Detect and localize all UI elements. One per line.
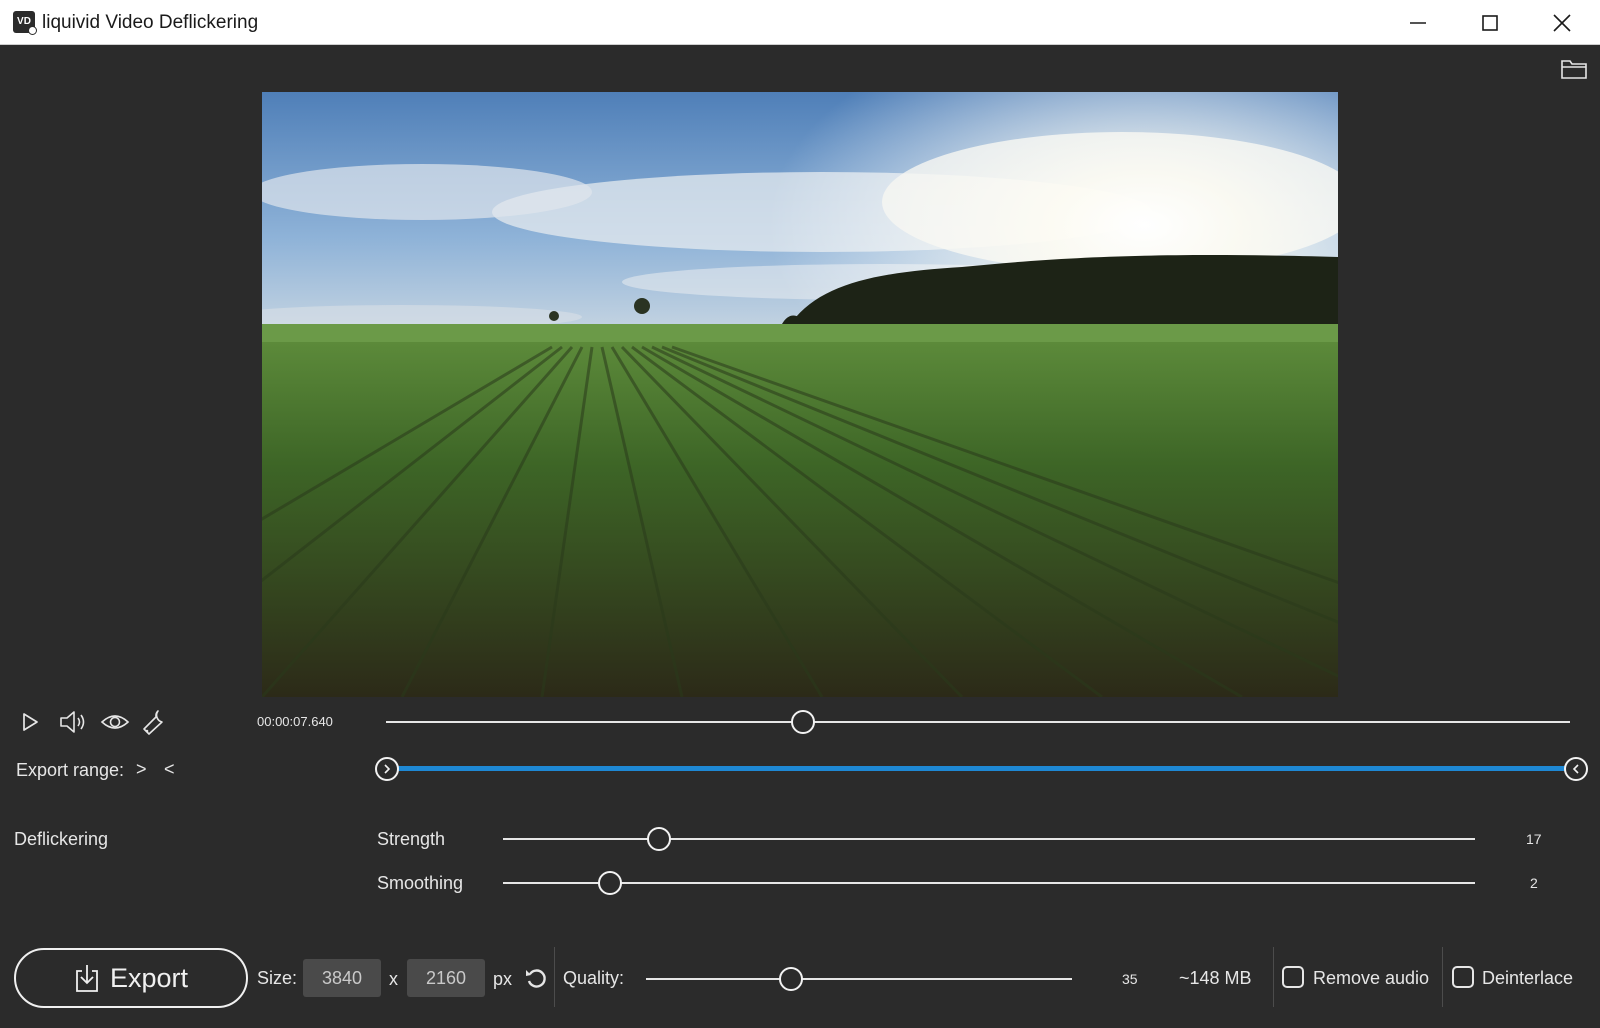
smoothing-slider-track[interactable] (503, 882, 1475, 884)
smoothing-label: Smoothing (377, 873, 464, 893)
export-button[interactable]: Export (14, 948, 248, 1008)
export-button-label: Export (109, 962, 189, 993)
divider (1442, 947, 1443, 1007)
settings-button[interactable] (138, 707, 172, 737)
video-frame (262, 92, 1338, 697)
quality-slider-thumb[interactable] (778, 967, 803, 991)
estimated-file-size: ~148 MB (1179, 968, 1252, 988)
deflickering-section-label: Deflickering (14, 829, 109, 849)
minimize-button[interactable] (1386, 0, 1450, 45)
timecode: 00:00:07.640 (257, 714, 333, 729)
size-x-label: x (389, 969, 398, 989)
app-icon: VD (13, 11, 37, 35)
quality-label: Quality: (563, 968, 625, 988)
remove-audio-checkbox[interactable] (1282, 966, 1304, 988)
smoothing-value: 2 (1530, 875, 1538, 891)
strength-label: Strength (377, 829, 446, 849)
preview-toggle-button[interactable] (98, 707, 132, 737)
export-range-track (387, 766, 1574, 771)
download-icon (76, 965, 98, 992)
folder-icon (1561, 60, 1587, 79)
remove-audio-label: Remove audio (1313, 968, 1430, 988)
width-input[interactable]: 3840 (303, 959, 381, 997)
play-button[interactable] (13, 707, 47, 737)
deinterlace-label: Deinterlace (1482, 968, 1574, 988)
chevron-left-icon (1572, 764, 1579, 774)
video-preview (262, 92, 1338, 697)
minimize-icon (1410, 21, 1426, 24)
strength-slider-thumb[interactable] (646, 827, 671, 851)
play-icon (23, 713, 38, 731)
open-file-button[interactable] (1560, 57, 1588, 81)
size-unit-label: px (493, 969, 513, 989)
close-button[interactable] (1530, 0, 1594, 45)
volume-button[interactable] (57, 707, 91, 737)
wrench-icon (143, 710, 163, 735)
speaker-icon (60, 711, 85, 733)
window-title: liquivid Video Deflickering (42, 12, 259, 33)
export-range-end-button[interactable]: < (164, 759, 175, 780)
timeline-thumb[interactable] (790, 710, 815, 734)
timeline-track[interactable] (386, 721, 1570, 723)
deinterlace-checkbox[interactable] (1452, 966, 1474, 988)
title-bar: VD liquivid Video Deflickering (0, 0, 1600, 45)
close-icon (1553, 13, 1571, 32)
divider (554, 947, 555, 1007)
reset-icon (526, 969, 546, 988)
quality-value: 35 (1122, 971, 1138, 987)
export-range-start-handle[interactable] (375, 757, 399, 781)
quality-slider-track[interactable] (646, 978, 1072, 980)
strength-value: 17 (1526, 831, 1542, 847)
export-range-label: Export range: (16, 760, 125, 780)
eye-icon (100, 715, 130, 729)
height-input[interactable]: 2160 (407, 959, 485, 997)
export-range-end-handle[interactable] (1564, 757, 1588, 781)
maximize-button[interactable] (1458, 0, 1522, 45)
smoothing-slider-thumb[interactable] (597, 871, 622, 895)
size-label: Size: (257, 968, 298, 988)
chevron-right-icon (384, 764, 391, 774)
export-range-start-button[interactable]: > (136, 759, 147, 780)
reset-size-button[interactable] (524, 966, 548, 990)
divider (1273, 947, 1274, 1007)
maximize-icon (1482, 14, 1498, 31)
